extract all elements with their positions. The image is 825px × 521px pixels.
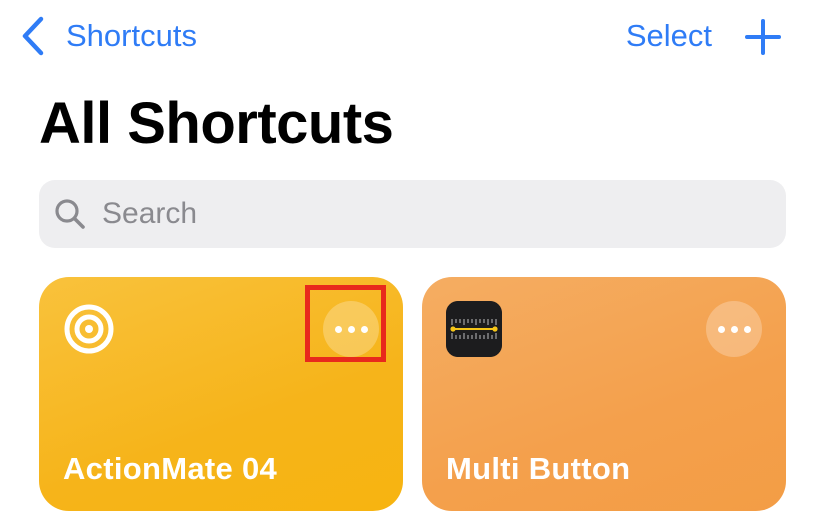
more-options-button[interactable] [323,301,379,357]
plus-icon [745,19,781,55]
shortcut-card-title: ActionMate 04 [63,451,278,486]
ellipsis-icon [334,325,342,333]
search-icon [54,198,86,230]
target-icon [63,301,119,357]
search-bar[interactable] [39,180,786,248]
ellipsis-icon [717,325,725,333]
shortcut-card-actionmate[interactable]: ActionMate 04 [39,277,403,511]
shortcut-card-multi-button[interactable]: Multi Button [422,277,786,511]
page-title: All Shortcuts [39,91,394,156]
chevron-left-icon [20,14,48,58]
search-input[interactable] [100,196,754,232]
measure-app-icon [446,301,502,357]
navigation-bar: Shortcuts Select [0,0,825,76]
add-shortcut-button[interactable] [745,19,781,55]
all-shortcuts-screen: Shortcuts Select All Shortcuts Search Ac… [0,0,825,521]
select-button[interactable]: Select [626,14,712,58]
back-button[interactable]: Shortcuts [20,14,197,58]
shortcut-card-title: Multi Button [446,451,631,486]
back-button-label: Shortcuts [66,18,197,53]
more-options-button[interactable] [706,301,762,357]
